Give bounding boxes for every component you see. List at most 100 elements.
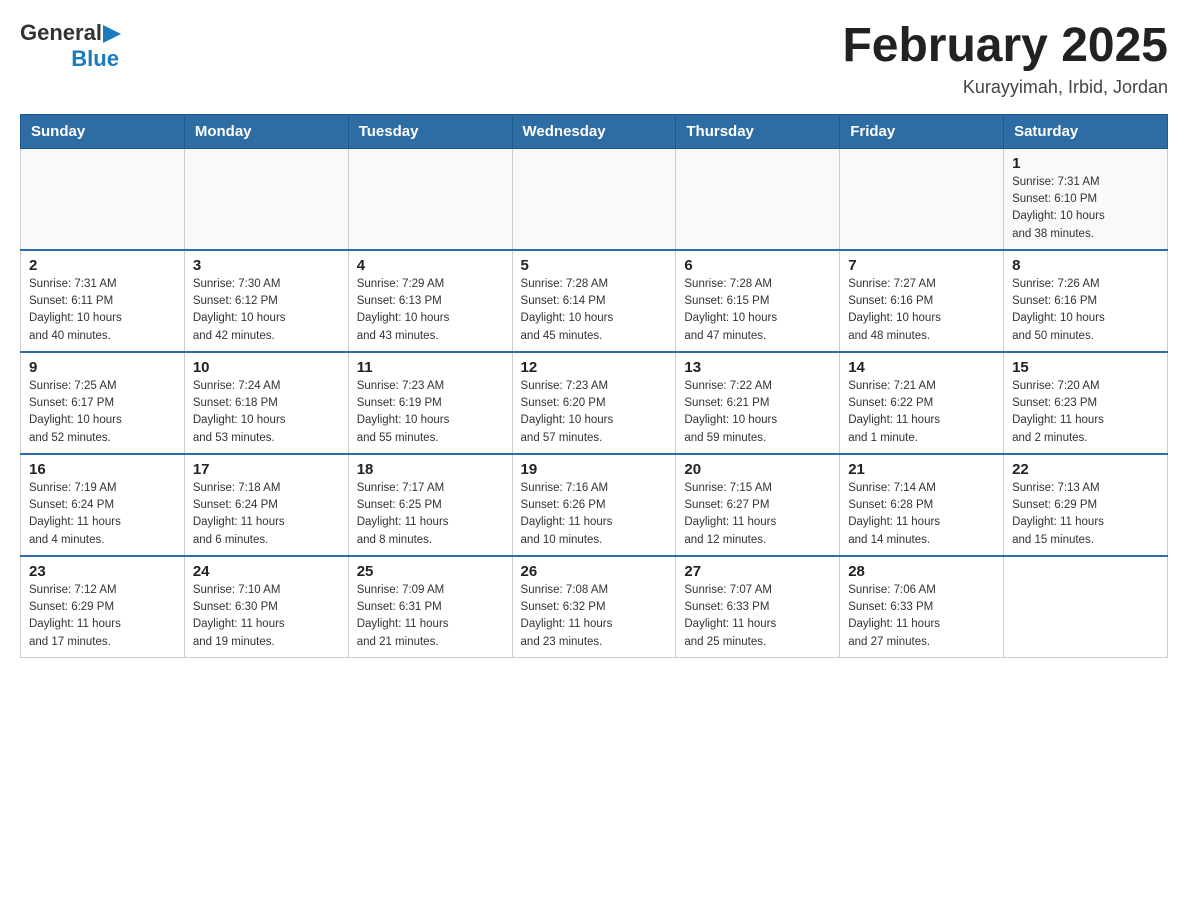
week-row-4: 16 Sunrise: 7:19 AM Sunset: 6:24 PM Dayli… [21, 454, 1168, 556]
day-number: 16 [29, 461, 176, 478]
day-info: Sunrise: 7:13 AM Sunset: 6:29 PM Dayligh… [1012, 480, 1159, 549]
day-cell [1004, 556, 1168, 658]
day-info: Sunrise: 7:06 AM Sunset: 6:33 PM Dayligh… [848, 582, 995, 651]
day-info: Sunrise: 7:25 AM Sunset: 6:17 PM Dayligh… [29, 378, 176, 447]
day-number: 21 [848, 461, 995, 478]
day-cell: 10 Sunrise: 7:24 AM Sunset: 6:18 PM Dayli… [184, 352, 348, 454]
day-cell: 2Sunrise: 7:31 AM Sunset: 6:11 PM Daylig… [21, 250, 185, 352]
day-number: 10 [193, 359, 340, 376]
day-cell [348, 148, 512, 250]
day-info: Sunrise: 7:29 AM Sunset: 6:13 PM Dayligh… [357, 276, 504, 345]
day-number: 19 [521, 461, 668, 478]
location-subtitle: Kurayyimah, Irbid, Jordan [842, 77, 1168, 98]
week-row-2: 2Sunrise: 7:31 AM Sunset: 6:11 PM Daylig… [21, 250, 1168, 352]
day-number: 1 [1012, 155, 1159, 172]
day-number: 13 [684, 359, 831, 376]
day-cell: 5 Sunrise: 7:28 AM Sunset: 6:14 PM Daylig… [512, 250, 676, 352]
day-info: Sunrise: 7:22 AM Sunset: 6:21 PM Dayligh… [684, 378, 831, 447]
day-cell: 3 Sunrise: 7:30 AM Sunset: 6:12 PM Daylig… [184, 250, 348, 352]
week-row-1: 1 Sunrise: 7:31 AM Sunset: 6:10 PM Daylig… [21, 148, 1168, 250]
day-cell: 7 Sunrise: 7:27 AM Sunset: 6:16 PM Daylig… [840, 250, 1004, 352]
day-info: Sunrise: 7:27 AM Sunset: 6:16 PM Dayligh… [848, 276, 995, 345]
column-header-saturday: Saturday [1004, 114, 1168, 148]
day-cell [840, 148, 1004, 250]
day-info: Sunrise: 7:19 AM Sunset: 6:24 PM Dayligh… [29, 480, 176, 549]
day-cell: 4 Sunrise: 7:29 AM Sunset: 6:13 PM Daylig… [348, 250, 512, 352]
day-info: Sunrise: 7:30 AM Sunset: 6:12 PM Dayligh… [193, 276, 340, 345]
week-row-3: 9 Sunrise: 7:25 AM Sunset: 6:17 PM Daylig… [21, 352, 1168, 454]
day-cell: 28 Sunrise: 7:06 AM Sunset: 6:33 PM Dayli… [840, 556, 1004, 658]
column-header-tuesday: Tuesday [348, 114, 512, 148]
day-info: Sunrise: 7:14 AM Sunset: 6:28 PM Dayligh… [848, 480, 995, 549]
day-cell: 13 Sunrise: 7:22 AM Sunset: 6:21 PM Dayli… [676, 352, 840, 454]
day-number: 9 [29, 359, 176, 376]
day-number: 28 [848, 563, 995, 580]
day-cell: 6Sunrise: 7:28 AM Sunset: 6:15 PM Daylig… [676, 250, 840, 352]
day-cell: 27 Sunrise: 7:07 AM Sunset: 6:33 PM Dayli… [676, 556, 840, 658]
logo: General Blue [20, 20, 121, 72]
day-cell: 22Sunrise: 7:13 AM Sunset: 6:29 PM Dayli… [1004, 454, 1168, 556]
day-number: 20 [684, 461, 831, 478]
day-info: Sunrise: 7:31 AM Sunset: 6:10 PM Dayligh… [1012, 174, 1159, 243]
day-cell [21, 148, 185, 250]
day-number: 12 [521, 359, 668, 376]
day-info: Sunrise: 7:21 AM Sunset: 6:22 PM Dayligh… [848, 378, 995, 447]
day-info: Sunrise: 7:08 AM Sunset: 6:32 PM Dayligh… [521, 582, 668, 651]
page-title: February 2025 [842, 20, 1168, 73]
day-cell: 25 Sunrise: 7:09 AM Sunset: 6:31 PM Dayli… [348, 556, 512, 658]
day-info: Sunrise: 7:23 AM Sunset: 6:20 PM Dayligh… [521, 378, 668, 447]
column-header-wednesday: Wednesday [512, 114, 676, 148]
day-number: 27 [684, 563, 831, 580]
day-cell [184, 148, 348, 250]
day-number: 11 [357, 359, 504, 376]
day-info: Sunrise: 7:09 AM Sunset: 6:31 PM Dayligh… [357, 582, 504, 651]
calendar-header-row: SundayMondayTuesdayWednesdayThursdayFrid… [21, 114, 1168, 148]
day-cell: 8Sunrise: 7:26 AM Sunset: 6:16 PM Daylig… [1004, 250, 1168, 352]
column-header-sunday: Sunday [21, 114, 185, 148]
day-info: Sunrise: 7:15 AM Sunset: 6:27 PM Dayligh… [684, 480, 831, 549]
logo-blue: Blue [71, 46, 119, 72]
calendar-table: SundayMondayTuesdayWednesdayThursdayFrid… [20, 114, 1168, 658]
day-info: Sunrise: 7:28 AM Sunset: 6:15 PM Dayligh… [684, 276, 831, 345]
day-cell: 26 Sunrise: 7:08 AM Sunset: 6:32 PM Dayli… [512, 556, 676, 658]
day-cell: 14Sunrise: 7:21 AM Sunset: 6:22 PM Dayli… [840, 352, 1004, 454]
day-cell: 20 Sunrise: 7:15 AM Sunset: 6:27 PM Dayli… [676, 454, 840, 556]
day-info: Sunrise: 7:18 AM Sunset: 6:24 PM Dayligh… [193, 480, 340, 549]
day-number: 17 [193, 461, 340, 478]
day-cell: 17 Sunrise: 7:18 AM Sunset: 6:24 PM Dayli… [184, 454, 348, 556]
day-number: 25 [357, 563, 504, 580]
day-info: Sunrise: 7:28 AM Sunset: 6:14 PM Dayligh… [521, 276, 668, 345]
day-number: 5 [521, 257, 668, 274]
day-info: Sunrise: 7:24 AM Sunset: 6:18 PM Dayligh… [193, 378, 340, 447]
day-cell [512, 148, 676, 250]
day-number: 7 [848, 257, 995, 274]
column-header-monday: Monday [184, 114, 348, 148]
column-header-thursday: Thursday [676, 114, 840, 148]
day-cell: 1 Sunrise: 7:31 AM Sunset: 6:10 PM Daylig… [1004, 148, 1168, 250]
day-number: 18 [357, 461, 504, 478]
day-cell: 15 Sunrise: 7:20 AM Sunset: 6:23 PM Dayli… [1004, 352, 1168, 454]
day-number: 15 [1012, 359, 1159, 376]
logo-general: General [20, 20, 102, 46]
day-number: 26 [521, 563, 668, 580]
day-info: Sunrise: 7:12 AM Sunset: 6:29 PM Dayligh… [29, 582, 176, 651]
day-info: Sunrise: 7:16 AM Sunset: 6:26 PM Dayligh… [521, 480, 668, 549]
day-cell: 9 Sunrise: 7:25 AM Sunset: 6:17 PM Daylig… [21, 352, 185, 454]
day-number: 4 [357, 257, 504, 274]
day-cell: 18 Sunrise: 7:17 AM Sunset: 6:25 PM Dayli… [348, 454, 512, 556]
day-cell: 21 Sunrise: 7:14 AM Sunset: 6:28 PM Dayli… [840, 454, 1004, 556]
day-cell: 23Sunrise: 7:12 AM Sunset: 6:29 PM Dayli… [21, 556, 185, 658]
day-number: 3 [193, 257, 340, 274]
day-info: Sunrise: 7:17 AM Sunset: 6:25 PM Dayligh… [357, 480, 504, 549]
week-row-5: 23Sunrise: 7:12 AM Sunset: 6:29 PM Dayli… [21, 556, 1168, 658]
column-header-friday: Friday [840, 114, 1004, 148]
day-cell: 11Sunrise: 7:23 AM Sunset: 6:19 PM Dayli… [348, 352, 512, 454]
day-info: Sunrise: 7:20 AM Sunset: 6:23 PM Dayligh… [1012, 378, 1159, 447]
day-info: Sunrise: 7:07 AM Sunset: 6:33 PM Dayligh… [684, 582, 831, 651]
page-header: General Blue February 2025 Kurayyimah, I… [20, 20, 1168, 98]
day-info: Sunrise: 7:26 AM Sunset: 6:16 PM Dayligh… [1012, 276, 1159, 345]
day-cell: 24Sunrise: 7:10 AM Sunset: 6:30 PM Dayli… [184, 556, 348, 658]
day-info: Sunrise: 7:31 AM Sunset: 6:11 PM Dayligh… [29, 276, 176, 345]
day-cell: 16 Sunrise: 7:19 AM Sunset: 6:24 PM Dayli… [21, 454, 185, 556]
day-cell: 12 Sunrise: 7:23 AM Sunset: 6:20 PM Dayli… [512, 352, 676, 454]
